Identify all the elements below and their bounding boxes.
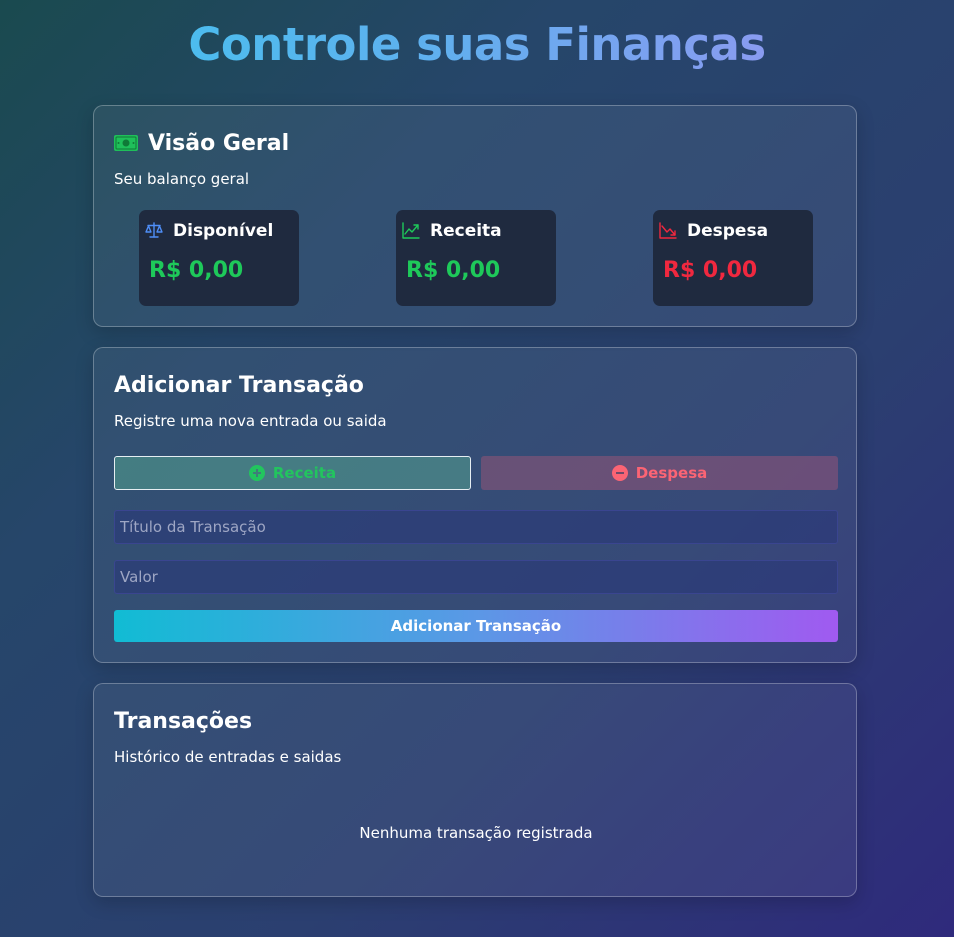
money-bill-icon bbox=[114, 135, 138, 151]
transaction-value-input[interactable] bbox=[114, 560, 838, 594]
transactions-subtitle: Histórico de entradas e saidas bbox=[114, 748, 342, 766]
add-transaction-card: Adicionar Transação Registre uma nova en… bbox=[93, 347, 857, 663]
stat-expense: Despesa R$ 0,00 bbox=[653, 210, 813, 306]
plus-circle-icon bbox=[248, 465, 265, 481]
stat-available: Disponível R$ 0,00 bbox=[139, 210, 299, 306]
overview-subtitle: Seu balanço geral bbox=[114, 170, 250, 188]
income-type-label: Receita bbox=[272, 464, 337, 482]
transaction-title-input[interactable] bbox=[114, 510, 838, 544]
expense-type-button[interactable]: Despesa bbox=[481, 456, 838, 490]
trending-down-icon bbox=[659, 222, 677, 239]
add-transaction-subtitle: Registre uma nova entrada ou saida bbox=[114, 412, 387, 430]
transactions-card: Transações Histórico de entradas e saida… bbox=[93, 683, 857, 897]
stat-income: Receita R$ 0,00 bbox=[396, 210, 556, 306]
empty-transactions-message: Nenhuma transação registrada bbox=[359, 824, 593, 842]
add-transaction-heading: Adicionar Transação bbox=[114, 373, 364, 398]
stat-label-available: Disponível bbox=[173, 221, 274, 241]
expense-type-label: Despesa bbox=[635, 464, 708, 482]
stat-value-available: R$ 0,00 bbox=[149, 258, 244, 283]
overview-heading: Visão Geral bbox=[148, 131, 290, 156]
stat-value-income: R$ 0,00 bbox=[406, 258, 501, 283]
minus-circle-icon bbox=[611, 465, 628, 481]
stat-label-income: Receita bbox=[430, 221, 502, 241]
stat-value-expense: R$ 0,00 bbox=[663, 258, 758, 283]
overview-card: Visão Geral Seu balanço geral Disponível… bbox=[93, 105, 857, 327]
income-type-button[interactable]: Receita bbox=[114, 456, 471, 490]
page-title: Controle suas Finanças bbox=[0, 18, 954, 72]
scale-icon bbox=[145, 222, 163, 238]
trending-up-icon bbox=[402, 222, 420, 239]
add-transaction-button[interactable]: Adicionar Transação bbox=[114, 610, 838, 642]
transactions-heading: Transações bbox=[114, 709, 253, 734]
stat-label-expense: Despesa bbox=[687, 221, 769, 241]
